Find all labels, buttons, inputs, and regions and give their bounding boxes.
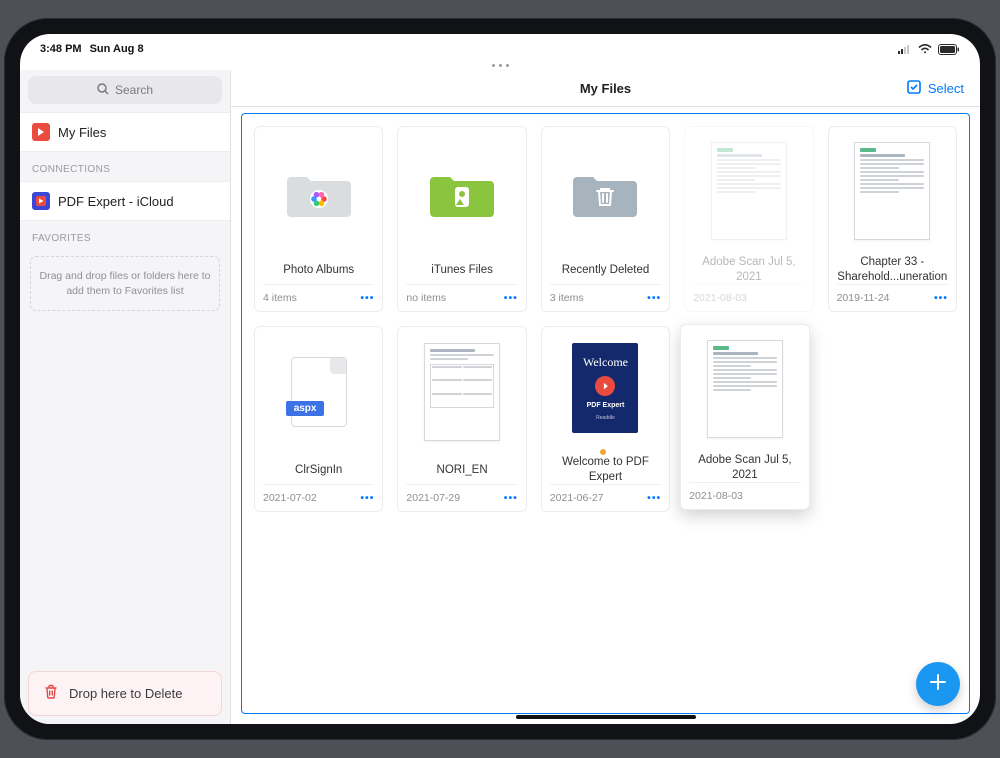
- files-drop-area[interactable]: Photo Albums 4 items ••• iTunes Files no…: [241, 113, 970, 714]
- file-tile[interactable]: Photo Albums 4 items •••: [254, 126, 383, 312]
- sidebar-header-favorites: FAVORITES: [20, 221, 230, 250]
- sidebar-item-my-files[interactable]: My Files: [20, 112, 230, 152]
- favorites-drop-zone[interactable]: Drag and drop files or folders here to a…: [30, 256, 220, 311]
- file-thumbnail: [263, 133, 374, 250]
- file-more-button[interactable]: •••: [647, 292, 661, 304]
- file-tile[interactable]: Chapter 33 - Sharehold...uneration 2019-…: [828, 126, 957, 312]
- content-area: My Files Select Photo Albums 4 items •••…: [231, 70, 980, 724]
- file-meta: 2021-07-29: [406, 492, 460, 504]
- status-date: Sun Aug 8: [90, 43, 144, 55]
- add-button[interactable]: [916, 662, 960, 706]
- sidebar-item-label: PDF Expert - iCloud: [58, 194, 174, 209]
- delete-drop-label: Drop here to Delete: [69, 686, 182, 701]
- file-name: Welcome to PDF Expert: [550, 449, 661, 484]
- select-button[interactable]: Select: [906, 70, 964, 106]
- file-more-button[interactable]: •••: [934, 292, 948, 304]
- home-indicator[interactable]: [516, 715, 696, 719]
- file-meta: 4 items: [263, 292, 297, 304]
- sidebar-item-pdf-expert-icloud[interactable]: PDF Expert - iCloud: [20, 181, 230, 221]
- file-thumbnail: aspx: [263, 333, 374, 450]
- wifi-icon: [918, 44, 932, 54]
- file-thumbnail: [406, 133, 517, 250]
- file-thumbnail: [693, 133, 804, 249]
- sidebar-item-label: My Files: [58, 125, 106, 140]
- file-meta: 2021-08-03: [693, 292, 747, 304]
- my-files-icon: [32, 123, 50, 141]
- delete-drop-zone[interactable]: Drop here to Delete: [28, 671, 222, 716]
- file-tile[interactable]: iTunes Files no items •••: [397, 126, 526, 312]
- file-more-button[interactable]: •••: [360, 292, 374, 304]
- file-meta: no items: [406, 292, 446, 304]
- file-name: iTunes Files: [406, 256, 517, 284]
- trash-icon: [43, 684, 59, 703]
- file-meta: 2019-11-24: [837, 292, 890, 304]
- file-name: Recently Deleted: [550, 256, 661, 284]
- select-label: Select: [928, 81, 964, 96]
- sidebar-header-connections: CONNECTIONS: [20, 152, 230, 181]
- file-tile[interactable]: Adobe Scan Jul 5, 2021 2021-08-03: [684, 126, 813, 312]
- file-name: Adobe Scan Jul 5, 2021: [689, 453, 800, 482]
- file-name: Chapter 33 - Sharehold...uneration: [837, 255, 948, 284]
- status-bar: 3:48 PM Sun Aug 8: [20, 34, 980, 60]
- file-thumbnail: WelcomePDF ExpertReaddle: [550, 333, 661, 443]
- file-more-button[interactable]: •••: [504, 292, 518, 304]
- search-input[interactable]: Search: [28, 76, 222, 104]
- multitask-grabber[interactable]: [20, 60, 980, 70]
- page-title: My Files: [580, 81, 631, 96]
- file-more-button[interactable]: •••: [647, 492, 661, 504]
- toolbar: My Files Select: [231, 70, 980, 107]
- file-meta: 2021-08-03: [689, 490, 743, 502]
- search-placeholder: Search: [115, 83, 153, 97]
- file-name: NORI_EN: [406, 456, 517, 484]
- file-meta: 2021-07-02: [263, 492, 317, 504]
- file-tile[interactable]: NORI_EN 2021-07-29 •••: [397, 326, 526, 512]
- file-more-button[interactable]: •••: [504, 492, 518, 504]
- pdf-expert-icon: [32, 192, 50, 210]
- sidebar: Search My Files CONNECTIONS PDF Expert -…: [20, 70, 231, 724]
- file-thumbnail: [689, 331, 800, 447]
- file-meta: 2021-06-27: [550, 492, 604, 504]
- battery-icon: [938, 44, 960, 55]
- checkmark-icon: [906, 79, 922, 98]
- file-tile[interactable]: WelcomePDF ExpertReaddle Welcome to PDF …: [541, 326, 670, 512]
- file-name: ClrSignIn: [263, 456, 374, 484]
- search-icon: [97, 83, 109, 98]
- file-tile[interactable]: Recently Deleted 3 items •••: [541, 126, 670, 312]
- cellular-icon: [898, 44, 912, 54]
- file-name: Adobe Scan Jul 5, 2021: [693, 255, 804, 284]
- file-thumbnail: [837, 133, 948, 249]
- file-tile[interactable]: aspx ClrSignIn 2021-07-02 •••: [254, 326, 383, 512]
- file-thumbnail: [550, 133, 661, 250]
- file-tile[interactable]: Adobe Scan Jul 5, 2021 2021-08-03: [680, 324, 809, 510]
- plus-icon: [927, 671, 949, 698]
- file-thumbnail: [406, 333, 517, 450]
- status-time: 3:48 PM: [40, 43, 82, 55]
- file-more-button[interactable]: •••: [360, 492, 374, 504]
- file-name: Photo Albums: [263, 256, 374, 284]
- file-meta: 3 items: [550, 292, 584, 304]
